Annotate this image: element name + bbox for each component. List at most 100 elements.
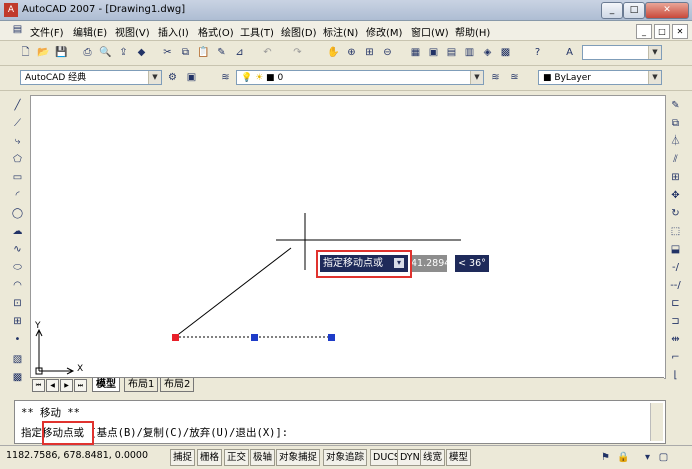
prev-tab-icon[interactable]: ◀ (46, 379, 59, 392)
first-tab-icon[interactable]: ⏮ (32, 379, 45, 392)
next-tab-icon[interactable]: ▶ (60, 379, 73, 392)
extend-icon[interactable]: --/ (668, 278, 683, 293)
chamfer-icon[interactable]: ⌐ (668, 350, 683, 365)
workspace-combo[interactable]: AutoCAD 经典 ▼ (20, 70, 162, 85)
move-icon[interactable]: ✥ (668, 188, 683, 203)
tool-palettes-icon[interactable]: ▤ (444, 45, 459, 60)
arc-icon[interactable]: ◜ (10, 188, 25, 203)
coordinate-readout[interactable]: 1182.7586, 678.8481, 0.0000 (6, 450, 148, 461)
construction-line-icon[interactable]: ⟋ (10, 116, 25, 131)
pan-icon[interactable]: ✋ (326, 45, 341, 60)
command-scrollbar[interactable] (650, 403, 663, 441)
zoom-realtime-icon[interactable]: ⊕ (344, 45, 359, 60)
new-icon[interactable]: 🗋 (18, 45, 33, 60)
zoom-previous-icon[interactable]: ⊖ (380, 45, 395, 60)
ellipse-icon[interactable]: ⬭ (10, 260, 25, 275)
undo-icon[interactable]: ↶ (260, 45, 275, 60)
workspace-icon[interactable]: ▣ (184, 70, 199, 85)
insert-block-icon[interactable]: ⊡ (10, 296, 25, 311)
menu-tools[interactable]: 工具(T) (240, 24, 274, 39)
layer-previous-icon[interactable]: ≊ (507, 70, 522, 85)
rectangle-icon[interactable]: ▭ (10, 170, 25, 185)
mirror-icon[interactable]: ⏃ (668, 134, 683, 149)
grip-hot[interactable] (172, 334, 179, 341)
quickcalc-icon[interactable]: ▩ (498, 45, 513, 60)
layer-combo[interactable]: 💡 ☀ ■ 0 ▼ (236, 70, 484, 85)
gradient-icon[interactable]: ▩ (10, 370, 25, 385)
text-style-icon[interactable]: A (562, 45, 577, 60)
line-icon[interactable]: ╱ (10, 98, 25, 113)
text-style-combo[interactable]: ▼ (582, 45, 662, 60)
dyn-toggle[interactable]: DYN (397, 449, 423, 466)
design-center-icon[interactable]: ▣ (426, 45, 441, 60)
menu-file[interactable]: 文件(F) (30, 24, 64, 39)
properties-icon[interactable]: ▦ (408, 45, 423, 60)
doc-minimize-button[interactable]: _ (636, 24, 652, 39)
color-combo[interactable]: ■ ByLayer ▼ (538, 70, 662, 85)
clean-screen-icon[interactable]: ▢ (656, 450, 671, 465)
autocad-app-icon[interactable]: A (4, 3, 18, 17)
menu-view[interactable]: 视图(V) (115, 24, 150, 39)
zoom-window-icon[interactable]: ⊞ (362, 45, 377, 60)
break-icon[interactable]: ⊐ (668, 314, 683, 329)
scale-icon[interactable]: ⬚ (668, 224, 683, 239)
snap-toggle[interactable]: 捕捉 (170, 449, 196, 466)
markup-icon[interactable]: ◈ (480, 45, 495, 60)
menu-edit[interactable]: 编辑(E) (73, 24, 107, 39)
copy-icon[interactable]: ⧉ (178, 45, 193, 60)
trim-icon[interactable]: -/ (668, 260, 683, 275)
break-at-point-icon[interactable]: ⊏ (668, 296, 683, 311)
print-icon[interactable]: ⎙ (80, 45, 95, 60)
spline-icon[interactable]: ∿ (10, 242, 25, 257)
grid-toggle[interactable]: 栅格 (197, 449, 223, 466)
make-current-layer-icon[interactable]: ≋ (488, 70, 503, 85)
model-toggle[interactable]: 模型 (446, 449, 472, 466)
print-preview-icon[interactable]: 🔍 (98, 45, 113, 60)
sheet-set-icon[interactable]: ▥ (462, 45, 477, 60)
command-window[interactable]: ** 移动 ** 指定移动点或 [基点(B)/复制(C)/放弃(U)/退出(X)… (14, 400, 666, 445)
offset-icon[interactable]: ⫽ (668, 152, 683, 167)
grip-mid[interactable] (251, 334, 258, 341)
drawing-canvas[interactable]: Y X 指定移动点或 ▾ 41.2894 < 36° (30, 95, 666, 379)
match-properties-icon[interactable]: ✎ (214, 45, 229, 60)
osnap-toggle[interactable]: 对象捕捉 (276, 449, 321, 466)
menu-help[interactable]: 帮助(H) (455, 24, 490, 39)
open-icon[interactable]: 📂 (36, 45, 51, 60)
grip-end[interactable] (328, 334, 335, 341)
maximize-button[interactable]: □ (623, 2, 645, 19)
help-icon[interactable]: ? (530, 45, 545, 60)
lineweight-toggle[interactable]: 线宽 (420, 449, 446, 466)
paste-icon[interactable]: 📋 (196, 45, 211, 60)
minimize-button[interactable]: _ (601, 2, 623, 19)
last-tab-icon[interactable]: ⏭ (74, 379, 87, 392)
close-button[interactable]: ✕ (645, 2, 689, 19)
document-icon[interactable]: ▤ (10, 22, 25, 37)
workspace-settings-icon[interactable]: ⚙ (165, 70, 180, 85)
menu-window[interactable]: 窗口(W) (411, 24, 449, 39)
copy-object-icon[interactable]: ⧉ (668, 116, 683, 131)
polar-toggle[interactable]: 极轴 (250, 449, 276, 466)
menu-dimension[interactable]: 标注(N) (323, 24, 358, 39)
tab-layout1[interactable]: 布局1 (124, 378, 159, 392)
distance-input[interactable]: 41.2894 (411, 255, 447, 272)
redo-icon[interactable]: ↷ (290, 45, 305, 60)
save-icon[interactable]: 💾 (54, 45, 69, 60)
angle-input[interactable]: < 36° (455, 255, 489, 272)
menu-insert[interactable]: 插入(I) (158, 24, 189, 39)
hatch-icon[interactable]: ▧ (10, 352, 25, 367)
point-icon[interactable]: • (10, 332, 25, 347)
ortho-toggle[interactable]: 正交 (224, 449, 250, 466)
lock-icon[interactable]: 🔒 (616, 450, 631, 465)
publish-icon[interactable]: ⇪ (116, 45, 131, 60)
status-menu-chevron-icon[interactable]: ▾ (640, 450, 655, 465)
revision-cloud-icon[interactable]: ☁ (10, 224, 25, 239)
communication-center-icon[interactable]: ⚑ (598, 450, 613, 465)
ellipse-arc-icon[interactable]: ◠ (10, 278, 25, 293)
array-icon[interactable]: ⊞ (668, 170, 683, 185)
circle-icon[interactable]: ◯ (10, 206, 25, 221)
make-block-icon[interactable]: ⊞ (10, 314, 25, 329)
menu-modify[interactable]: 修改(M) (366, 24, 402, 39)
3d-publish-icon[interactable]: ◆ (134, 45, 149, 60)
block-editor-icon[interactable]: ⊿ (232, 45, 247, 60)
layer-manager-icon[interactable]: ≋ (218, 70, 233, 85)
